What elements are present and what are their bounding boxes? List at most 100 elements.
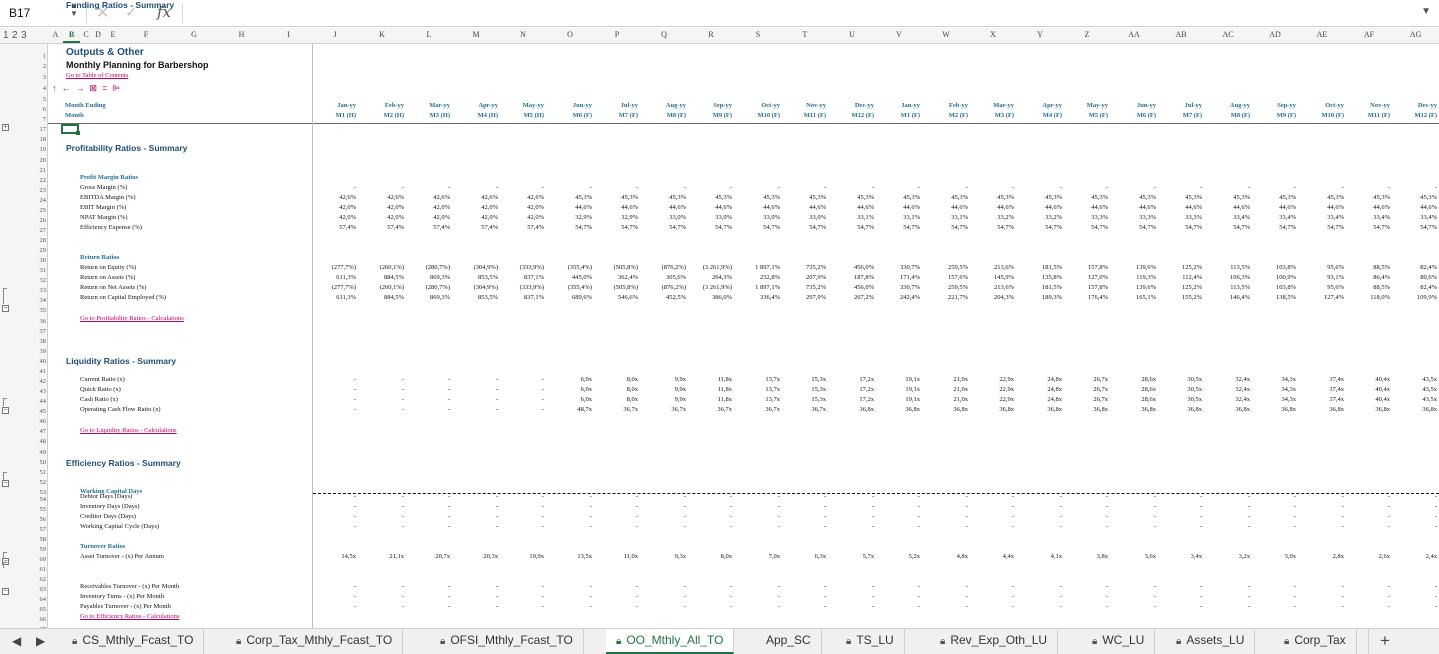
data-cell[interactable]: 36,8x <box>1016 406 1062 413</box>
data-cell[interactable]: - <box>688 583 732 590</box>
row-header[interactable]: 27 <box>32 227 47 234</box>
data-cell[interactable]: - <box>970 513 1014 520</box>
data-cell[interactable]: - <box>1158 513 1202 520</box>
data-cell[interactable]: - <box>312 523 356 530</box>
data-cell[interactable]: 45,3% <box>1298 194 1344 201</box>
data-cell[interactable]: - <box>1252 593 1296 600</box>
data-cell[interactable]: - <box>1346 184 1390 191</box>
row-header[interactable]: 41 <box>32 368 47 375</box>
data-cell[interactable]: - <box>1016 603 1062 610</box>
data-cell[interactable]: 15,3x <box>782 396 826 403</box>
data-cell[interactable]: - <box>1158 593 1202 600</box>
data-cell[interactable]: 57,4% <box>406 224 450 231</box>
data-cell[interactable]: 9,9x <box>640 386 686 393</box>
data-cell[interactable]: - <box>312 184 356 191</box>
row-header[interactable]: 47 <box>32 428 47 435</box>
data-cell[interactable]: 19,9x <box>500 553 544 560</box>
row-header[interactable]: 34 <box>32 297 47 304</box>
data-cell[interactable]: - <box>1298 493 1344 500</box>
data-cell[interactable]: 44,6% <box>876 204 920 211</box>
data-cell[interactable]: - <box>1016 523 1062 530</box>
data-cell[interactable]: 546,6% <box>594 294 638 301</box>
data-cell[interactable]: - <box>1298 593 1344 600</box>
data-cell[interactable]: 37,4x <box>1298 386 1344 393</box>
data-cell[interactable]: 735,2% <box>782 284 826 291</box>
row-header[interactable]: 21 <box>32 167 47 174</box>
data-cell[interactable]: 54,7% <box>782 224 826 231</box>
data-cell[interactable]: 189,3% <box>1016 294 1062 301</box>
row-header[interactable]: 63 <box>32 586 47 593</box>
outline-level-1[interactable]: 1 <box>3 30 9 41</box>
data-cell[interactable]: 19,1x <box>876 386 920 393</box>
data-cell[interactable]: 330,7% <box>876 264 920 271</box>
data-cell[interactable]: - <box>452 386 498 393</box>
data-cell[interactable]: 869,3% <box>406 294 450 301</box>
data-cell[interactable]: 54,7% <box>640 224 686 231</box>
data-cell[interactable]: - <box>1158 603 1202 610</box>
data-cell[interactable]: - <box>922 513 968 520</box>
data-cell[interactable]: 82,4% <box>1392 264 1437 271</box>
column-header-l[interactable]: L <box>406 30 452 39</box>
data-cell[interactable]: 15,3x <box>782 386 826 393</box>
data-cell[interactable]: 42,6% <box>452 194 498 201</box>
formula-input[interactable] <box>190 6 1410 21</box>
data-cell[interactable]: 9,9x <box>640 396 686 403</box>
data-cell[interactable]: 36,8x <box>1158 406 1202 413</box>
data-cell[interactable]: 13,5x <box>546 553 592 560</box>
data-cell[interactable]: 45,3% <box>1016 194 1062 201</box>
data-cell[interactable]: - <box>1204 593 1250 600</box>
data-cell[interactable]: - <box>970 583 1014 590</box>
column-header-z[interactable]: Z <box>1064 30 1110 39</box>
data-cell[interactable]: 54,7% <box>1298 224 1344 231</box>
data-cell[interactable]: 2,6x <box>1346 553 1390 560</box>
data-cell[interactable]: 204,3% <box>970 294 1014 301</box>
data-cell[interactable]: 36,7x <box>782 406 826 413</box>
data-cell[interactable]: - <box>546 513 592 520</box>
data-cell[interactable]: (304,9%) <box>452 284 498 291</box>
data-cell[interactable]: 837,1% <box>500 294 544 301</box>
data-cell[interactable]: 33,0% <box>734 214 780 221</box>
left-arrow-icon[interactable]: ← <box>62 83 71 93</box>
column-header-c[interactable]: C <box>80 30 92 39</box>
data-cell[interactable]: 19,1x <box>876 396 920 403</box>
data-cell[interactable]: 113,5% <box>1204 264 1250 271</box>
data-cell[interactable]: 3,2x <box>1204 553 1250 560</box>
data-cell[interactable]: 259,5% <box>922 284 968 291</box>
column-header-i[interactable]: I <box>265 30 312 39</box>
data-cell[interactable]: 21,0x <box>922 396 968 403</box>
row-header[interactable]: 48 <box>32 438 47 445</box>
column-header-n[interactable]: N <box>500 30 546 39</box>
data-cell[interactable]: 40,4x <box>1346 376 1390 383</box>
data-cell[interactable]: 11,0x <box>594 553 638 560</box>
data-cell[interactable]: - <box>1064 583 1108 590</box>
data-cell[interactable]: 82,4% <box>1392 284 1437 291</box>
data-cell[interactable]: 57,4% <box>358 224 404 231</box>
sheet-tab[interactable]: 🔒︎ Rev_Exp_Oth_LU <box>930 629 1059 654</box>
column-header-o[interactable]: O <box>546 30 594 39</box>
row-header[interactable]: 64 <box>32 596 47 603</box>
data-cell[interactable]: - <box>312 503 356 510</box>
data-cell[interactable]: - <box>594 523 638 530</box>
data-cell[interactable]: - <box>312 406 356 413</box>
data-cell[interactable]: - <box>782 523 826 530</box>
data-cell[interactable]: - <box>828 184 874 191</box>
data-cell[interactable]: - <box>1392 503 1437 510</box>
data-cell[interactable]: 735,2% <box>782 264 826 271</box>
data-cell[interactable]: 19,1x <box>876 376 920 383</box>
data-cell[interactable]: - <box>1346 513 1390 520</box>
data-cell[interactable]: 456,0% <box>828 264 874 271</box>
data-cell[interactable]: (333,9%) <box>500 264 544 271</box>
data-cell[interactable]: - <box>312 493 356 500</box>
data-cell[interactable]: 17,2x <box>828 376 874 383</box>
data-cell[interactable]: 45,3% <box>1064 194 1108 201</box>
data-cell[interactable]: 45,3% <box>1252 194 1296 201</box>
data-cell[interactable]: 42,6% <box>358 194 404 201</box>
data-cell[interactable]: 336,4% <box>734 294 780 301</box>
data-cell[interactable]: - <box>1064 513 1108 520</box>
data-cell[interactable]: - <box>358 523 404 530</box>
data-cell[interactable]: 127,0% <box>1064 274 1108 281</box>
data-cell[interactable]: 33,0% <box>640 214 686 221</box>
data-cell[interactable]: - <box>640 513 686 520</box>
row-header[interactable]: 52 <box>32 479 47 486</box>
data-cell[interactable]: 45,3% <box>688 194 732 201</box>
